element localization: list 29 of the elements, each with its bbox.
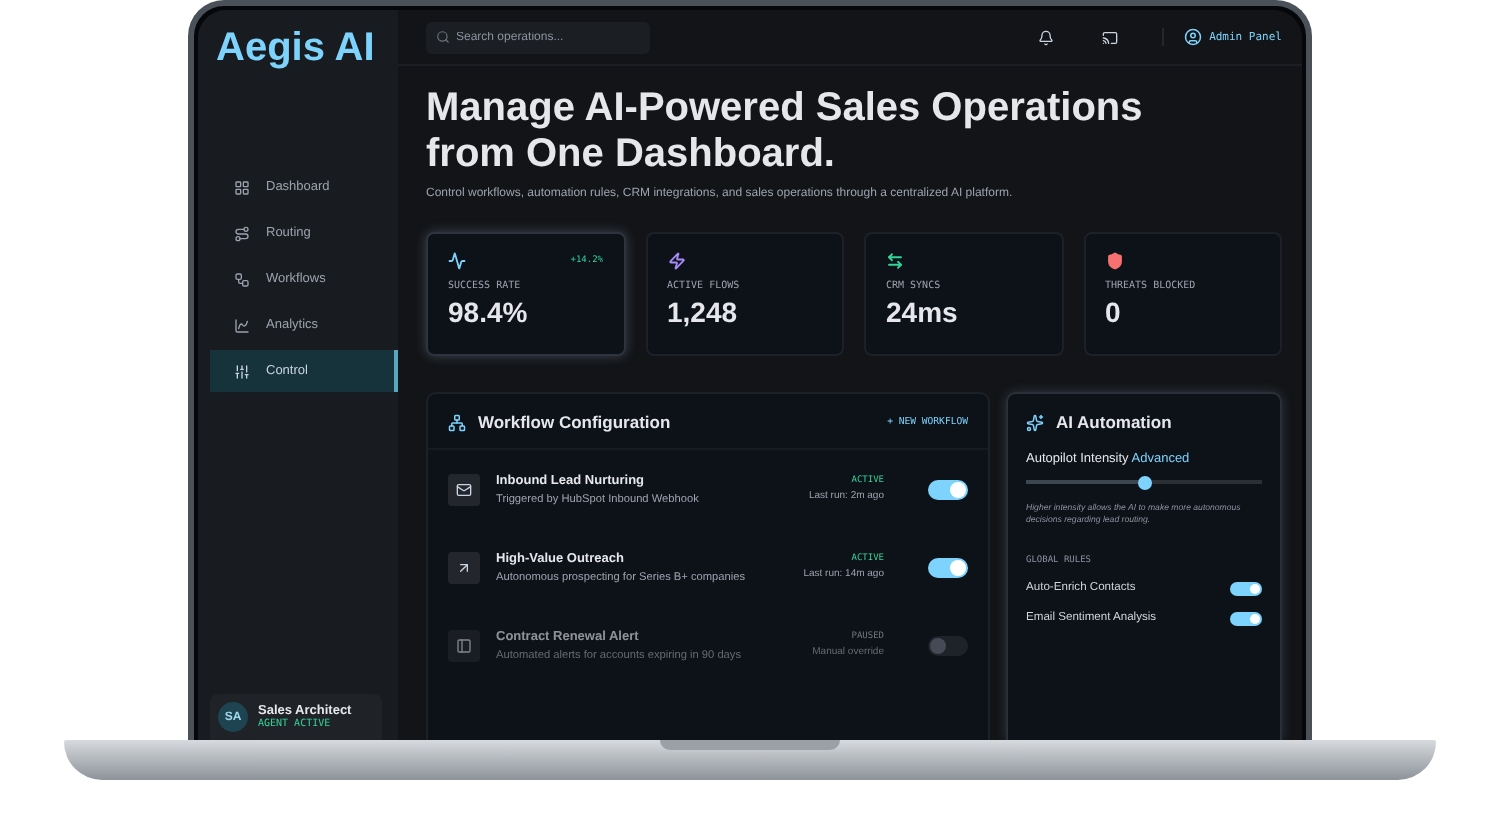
network-icon [448, 413, 466, 431]
nav-icon [234, 363, 250, 379]
stat-value: 1,248 [667, 296, 740, 328]
workflow-toggle[interactable] [928, 479, 968, 499]
workflow-icon [448, 551, 480, 583]
stat-value: 0 [1105, 296, 1123, 328]
panel-title: AI Automation [1056, 412, 1172, 432]
nav-icon [234, 271, 250, 287]
panel-title: Workflow Configuration [478, 412, 671, 432]
rule-toggle[interactable] [1230, 611, 1262, 626]
search-icon [436, 30, 450, 44]
user-icon [1183, 28, 1202, 46]
notification-button[interactable] [1037, 29, 1054, 45]
bell-icon [1037, 29, 1054, 45]
workflow-toggle[interactable] [928, 557, 968, 577]
rule-toggle[interactable] [1230, 581, 1262, 596]
nav-icon [234, 317, 250, 333]
cast-icon [1101, 29, 1118, 45]
nav-icon [234, 225, 250, 241]
cast-button[interactable] [1101, 29, 1118, 45]
stat-value: 98.4% [448, 296, 530, 328]
brand-logo: Aegis AI [214, 26, 377, 72]
stat-value: 24ms [886, 296, 960, 328]
workflow-toggle[interactable] [928, 635, 968, 655]
workflow-icon [448, 473, 480, 505]
page-heading: Manage AI-Powered Sales Operations from One Dashboard. [426, 86, 1145, 178]
sparkle-icon [1026, 413, 1044, 431]
workflow-icon [448, 629, 480, 661]
nav-icon [234, 179, 250, 195]
